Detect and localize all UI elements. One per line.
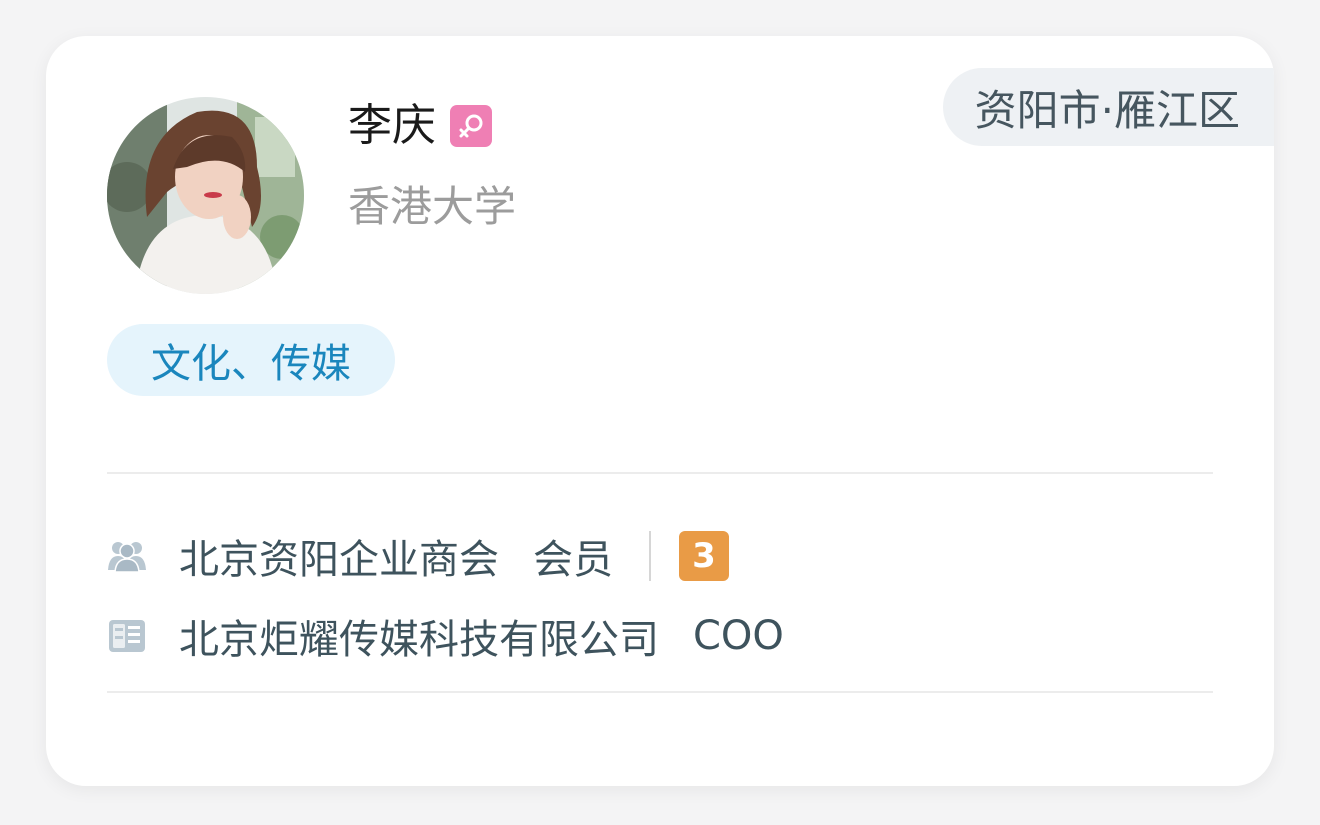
org-name: 北京资阳企业商会 — [179, 537, 499, 583]
count-badge: 3 — [679, 531, 729, 581]
company-name: 北京炬耀传媒科技有限公司 — [179, 617, 659, 663]
avatar-photo — [107, 97, 304, 294]
school-name: 香港大学 — [348, 182, 517, 231]
divider-bottom — [107, 691, 1213, 693]
profile-card[interactable]: 李庆 香港大学 资阳市·雁江区 文化、传媒 北京资阳企业商会 会员 3 北京炬耀… — [46, 36, 1274, 786]
building-icon — [107, 616, 147, 656]
industry-tag[interactable]: 文化、传媒 — [107, 324, 395, 396]
divider-top — [107, 472, 1213, 474]
avatar[interactable] — [107, 97, 304, 294]
user-name: 李庆 — [348, 100, 436, 151]
membership-row[interactable]: 北京资阳企业商会 会员 3 — [107, 528, 729, 584]
name-row: 李庆 — [348, 98, 492, 154]
member-role: 会员 — [533, 537, 613, 583]
female-icon — [450, 105, 492, 147]
job-title: COO — [693, 613, 784, 659]
vertical-divider — [649, 531, 651, 581]
company-row[interactable]: 北京炬耀传媒科技有限公司 COO — [107, 608, 784, 664]
location-badge: 资阳市·雁江区 — [942, 68, 1274, 146]
group-icon — [107, 536, 147, 576]
